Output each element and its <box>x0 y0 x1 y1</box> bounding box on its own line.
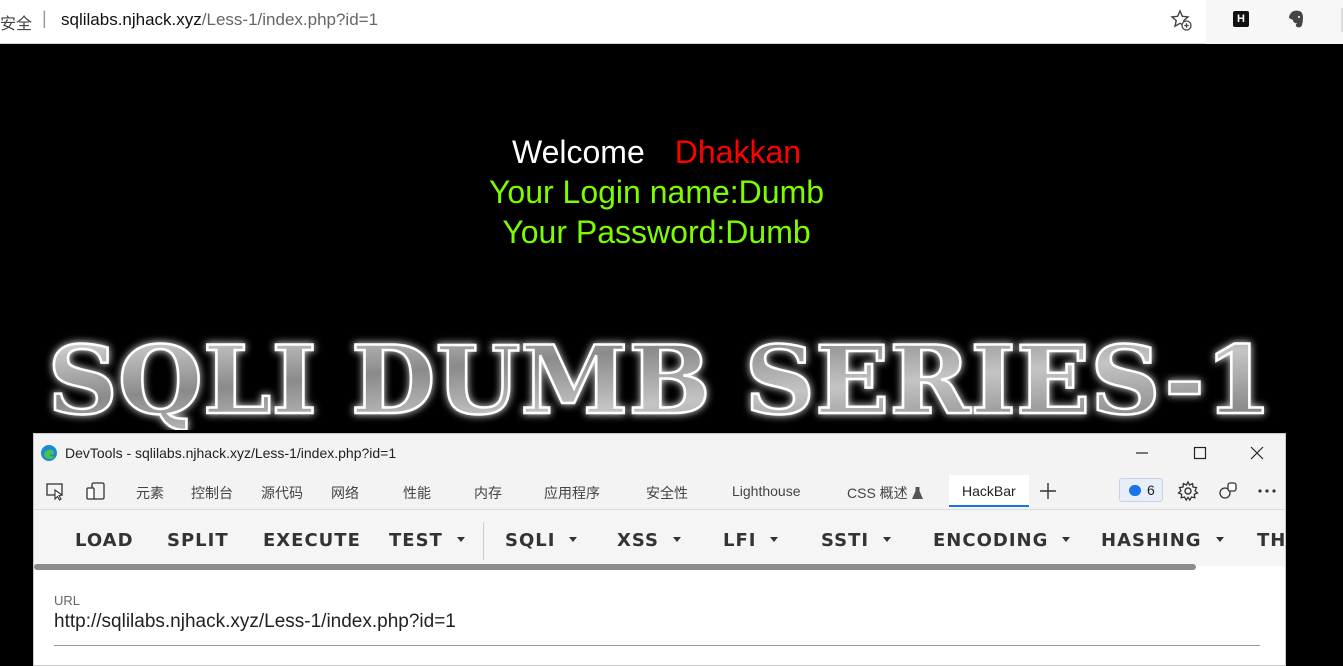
login-name-text: Your Login name:Dumb <box>488 174 825 210</box>
issues-badge[interactable]: 6 <box>1119 478 1163 502</box>
sqli-label: SQLI <box>505 530 556 551</box>
encoding-label: ENCODING <box>933 530 1049 551</box>
url-host: sqlilabs.njhack.xyz <box>61 10 202 29</box>
issues-count: 6 <box>1147 482 1155 498</box>
xss-menu-button[interactable]: XSS <box>617 530 681 551</box>
inspect-element-icon[interactable] <box>44 480 66 502</box>
sqli-banner-image: SQLI DUMB SERIES-1 <box>40 325 1280 430</box>
add-favorite-icon[interactable] <box>1170 9 1192 31</box>
test-label: TEST <box>389 530 443 551</box>
tab-performance[interactable]: 性能 <box>403 483 431 503</box>
close-icon[interactable] <box>1237 440 1277 466</box>
url-input[interactable]: sqlilabs.njhack.xyz/Less-1/index.php?id=… <box>61 10 378 30</box>
xss-label: XSS <box>617 530 659 551</box>
more-options-icon[interactable] <box>1256 480 1278 502</box>
tab-hackbar[interactable]: HackBar <box>962 483 1016 499</box>
devtools-tab-bar: 元素 控制台 源代码 网络 性能 内存 应用程序 安全性 Lighthouse … <box>34 472 1285 510</box>
evernote-extension-icon[interactable] <box>1285 8 1307 30</box>
url-field-label: URL <box>54 593 81 608</box>
devtools-window: DevTools - sqlilabs.njhack.xyz/Less-1/in… <box>33 433 1286 666</box>
load-button[interactable]: LOAD <box>75 530 134 551</box>
devtools-titlebar: DevTools - sqlilabs.njhack.xyz/Less-1/in… <box>34 434 1285 472</box>
test-button[interactable]: TEST <box>389 530 465 551</box>
chevron-down-icon <box>1062 536 1071 542</box>
devtools-title: DevTools - sqlilabs.njhack.xyz/Less-1/in… <box>65 445 397 461</box>
address-separator: | <box>42 8 47 28</box>
add-tab-icon[interactable] <box>1037 480 1059 502</box>
sqli-menu-button[interactable]: SQLI <box>505 530 578 551</box>
chevron-down-icon <box>770 536 779 542</box>
hackbar-extension-icon[interactable]: H <box>1233 11 1249 27</box>
tab-lighthouse[interactable]: Lighthouse <box>732 483 801 499</box>
address-bar: 安全 | sqlilabs.njhack.xyz/Less-1/index.ph… <box>0 0 1343 44</box>
chevron-down-icon <box>1215 536 1224 542</box>
lfi-menu-button[interactable]: LFI <box>723 530 779 551</box>
url-field[interactable]: URL http://sqlilabs.njhack.xyz/Less-1/in… <box>54 593 1260 646</box>
chevron-down-icon <box>569 536 578 542</box>
chevron-down-icon <box>883 536 892 542</box>
tab-network[interactable]: 网络 <box>331 483 359 503</box>
welcome-text: Welcome <box>511 134 645 170</box>
execute-button[interactable]: EXECUTE <box>263 530 361 551</box>
password-text: Your Password:Dumb <box>502 214 811 250</box>
tab-security[interactable]: 安全性 <box>646 483 688 503</box>
encoding-menu-button[interactable]: ENCODING <box>933 530 1071 551</box>
customize-devtools-icon[interactable] <box>1217 480 1239 502</box>
lfi-label: LFI <box>723 530 757 551</box>
tab-console[interactable]: 控制台 <box>191 483 233 503</box>
security-label[interactable]: 安全 <box>0 10 32 34</box>
maximize-icon[interactable] <box>1180 440 1220 466</box>
tab-css-overview-label: CSS 概述 <box>847 485 908 501</box>
theme-menu-button[interactable]: TH <box>1257 530 1285 551</box>
url-path: /Less-1/index.php?id=1 <box>201 10 379 29</box>
welcome-line: Welcome Dhakkan <box>0 132 1313 172</box>
banner-text: SQLI DUMB SERIES-1 <box>48 326 1273 430</box>
toolbar-divider <box>483 522 484 560</box>
split-button[interactable]: SPLIT <box>167 530 229 551</box>
device-emulation-icon[interactable] <box>85 480 107 502</box>
chevron-down-icon <box>456 536 465 542</box>
ssti-label: SSTI <box>821 530 870 551</box>
tab-css-overview[interactable]: CSS 概述 <box>847 483 923 503</box>
experiment-flask-icon <box>911 487 923 499</box>
edge-icon <box>41 445 57 461</box>
issues-icon <box>1129 485 1141 496</box>
scrollbar-edge <box>1341 8 1343 32</box>
url-field-value[interactable]: http://sqlilabs.njhack.xyz/Less-1/index.… <box>54 611 1260 633</box>
url-field-underline <box>54 645 1260 646</box>
ssti-menu-button[interactable]: SSTI <box>821 530 892 551</box>
extensions-area <box>1206 0 1343 44</box>
user-name: Dhakkan <box>674 134 802 170</box>
minimize-icon[interactable] <box>1122 440 1162 466</box>
tab-sources[interactable]: 源代码 <box>261 483 303 503</box>
settings-gear-icon[interactable] <box>1177 480 1199 502</box>
chevron-down-icon <box>673 536 681 542</box>
tab-application[interactable]: 应用程序 <box>544 483 600 503</box>
hackbar-toolbar: LOAD SPLIT EXECUTE TEST SQLI XSS LFI SST… <box>34 510 1285 566</box>
hashing-label: HASHING <box>1101 530 1202 551</box>
toolbar-scrollbar[interactable] <box>34 564 1196 570</box>
tab-memory[interactable]: 内存 <box>474 483 502 503</box>
hashing-menu-button[interactable]: HASHING <box>1101 530 1224 551</box>
tab-elements[interactable]: 元素 <box>136 483 164 503</box>
